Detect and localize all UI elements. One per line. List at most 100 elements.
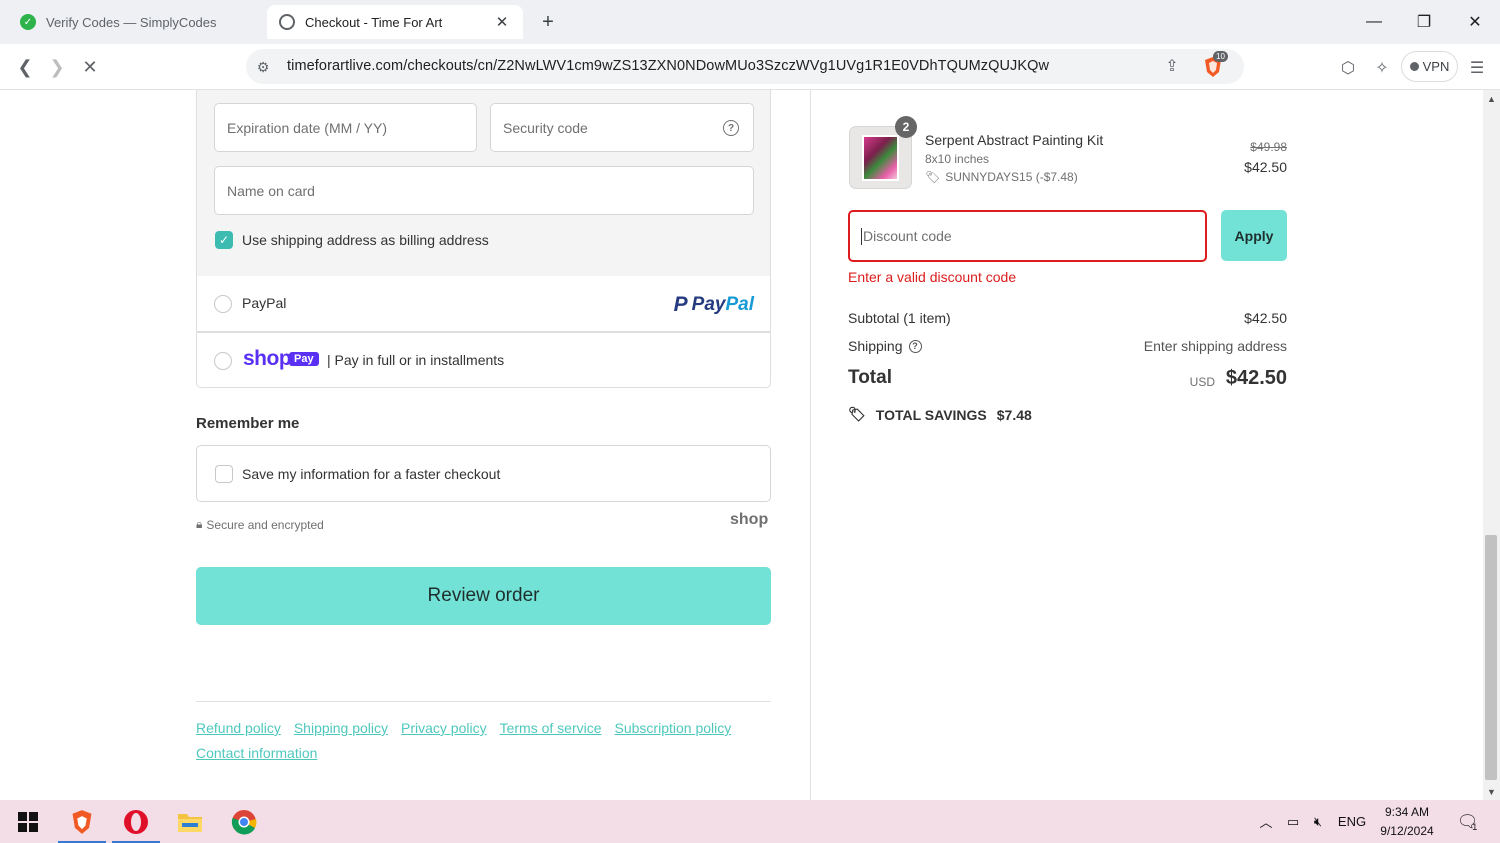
simplycodes-favicon-icon: ✓ (20, 14, 36, 30)
contact-information-link[interactable]: Contact information (196, 741, 317, 766)
site-favicon-icon (279, 14, 295, 30)
tab-checkout[interactable]: Checkout - Time For Art ✕ (267, 5, 523, 39)
subscription-policy-link[interactable]: Subscription policy (615, 716, 732, 741)
shoppay-label: | Pay in full or in installments (327, 352, 505, 368)
security-code-placeholder: Security code (503, 119, 588, 136)
expiration-date-field[interactable]: Expiration date (MM / YY) (214, 103, 477, 152)
shipping-policy-link[interactable]: Shipping policy (294, 716, 388, 741)
vpn-button[interactable]: VPN (1401, 51, 1458, 82)
shipping-label: Shipping ? (848, 338, 922, 354)
savings-tag-icon: 🏷︎ (848, 406, 866, 422)
subtotal-text: Subtotal (1 item) (848, 310, 951, 326)
close-tab-icon[interactable]: ✕ (493, 13, 511, 31)
scrollbar-thumb[interactable] (1485, 535, 1497, 780)
shipping-help-icon[interactable]: ? (908, 339, 922, 353)
security-code-field[interactable]: Security code ? (490, 103, 754, 152)
quantity-badge: 2 (895, 116, 917, 138)
savings-label: TOTAL SAVINGS (875, 406, 987, 423)
shop-brand-logo: shop (730, 511, 769, 528)
show-hidden-icons-icon[interactable]: ︿ (1256, 800, 1276, 843)
secure-label: Secure and encrypted (206, 517, 324, 532)
extensions-icon[interactable]: ⬡ (1337, 57, 1359, 79)
privacy-policy-link[interactable]: Privacy policy (401, 716, 487, 741)
subtotal-label: Subtotal (1 item) (848, 310, 951, 326)
shipping-text: Shipping (848, 338, 903, 354)
discount-code-applied: SUNNYDAYS15 (-$7.48) (945, 170, 1078, 184)
total-label: Total (848, 367, 892, 388)
paypal-option[interactable]: PayPal P Pay Pal (196, 276, 771, 332)
footer-divider (196, 701, 771, 702)
forward-icon[interactable]: ❯ (44, 54, 70, 80)
start-button[interactable] (2, 800, 54, 843)
system-clock[interactable]: 9:34 AM 9/12/2024 (1372, 803, 1442, 841)
help-icon[interactable]: ? (723, 120, 739, 136)
tab-title: Checkout - Time For Art (305, 14, 443, 30)
order-summary: 2 Serpent Abstract Painting Kit 8x10 inc… (810, 90, 1483, 800)
shipping-value: Enter shipping address (1143, 338, 1287, 354)
taskbar-opera[interactable] (110, 800, 162, 843)
paypal-mark-icon: P (673, 293, 688, 316)
taskbar-brave[interactable] (56, 800, 108, 843)
remember-me-heading: Remember me (196, 415, 300, 432)
paypal-radio[interactable] (214, 295, 232, 313)
savings-value: $7.48 (996, 406, 1032, 423)
language-indicator[interactable]: ENG (1335, 800, 1369, 843)
close-window-icon[interactable]: ✕ (1462, 10, 1488, 34)
shoppay-badge: Pay (289, 352, 319, 366)
windows-logo-icon (18, 811, 38, 832)
paypal-logo: P Pay Pal (674, 293, 754, 317)
clock-time: 9:34 AM (1384, 805, 1430, 819)
notifications-icon[interactable]: 🗨︎ 1 (1452, 800, 1482, 843)
discounted-price: $42.50 (1244, 159, 1287, 175)
browser-toolbar: ❮ ❯ ✕ ⚙ timeforartlive.com/checkouts/cn/… (0, 44, 1500, 90)
product-image (862, 135, 899, 181)
url-text[interactable]: timeforartlive.com/checkouts/cn/Z2NwLWV1… (287, 58, 1049, 74)
shield-count-badge: 10 (1213, 51, 1228, 62)
page-scrollbar[interactable]: ▲ ▼ (1483, 90, 1500, 800)
share-icon[interactable]: ⇪ (1162, 56, 1182, 76)
shoppay-logo: shop (243, 347, 292, 370)
brave-browser-icon (72, 809, 92, 834)
expiration-placeholder: Expiration date (MM / YY) (227, 119, 388, 136)
site-settings-icon[interactable]: ⚙ (254, 58, 272, 76)
apply-discount-button[interactable]: Apply (1221, 210, 1287, 261)
address-bar[interactable]: ⚙ timeforartlive.com/checkouts/cn/Z2NwLW… (246, 49, 1244, 84)
minimize-window-icon[interactable]: — (1361, 10, 1387, 34)
menu-icon[interactable]: ☰ (1466, 57, 1488, 79)
checkout-page: Expiration date (MM / YY) Security code … (0, 90, 1483, 800)
scroll-up-arrow-icon[interactable]: ▲ (1487, 94, 1496, 104)
discount-code-placeholder: Discount code (863, 228, 952, 244)
save-info-label: Save my information for a faster checkou… (242, 466, 501, 482)
leo-ai-icon[interactable]: ✧ (1371, 57, 1393, 79)
billing-same-checkbox[interactable]: ✓ (215, 231, 233, 249)
back-icon[interactable]: ❮ (12, 54, 38, 80)
name-on-card-field[interactable]: Name on card (214, 166, 754, 215)
review-order-button[interactable]: Review order (196, 567, 771, 625)
taskbar-file-explorer[interactable] (164, 800, 216, 843)
total-savings: 🏷︎ TOTAL SAVINGS $7.48 (848, 406, 1032, 423)
volume-muted-icon[interactable]: 🔇︎ (1307, 800, 1329, 843)
shoppay-option[interactable]: shop Pay | Pay in full or in installment… (196, 332, 771, 388)
stop-loading-icon[interactable]: ✕ (77, 54, 103, 80)
secure-note: 🔒︎ Secure and encrypted (196, 517, 324, 532)
remember-me-box: Save my information for a faster checkou… (196, 445, 771, 502)
discount-code-input[interactable]: Discount code (848, 210, 1207, 262)
paypal-logo-part-b: Pal (725, 294, 754, 315)
new-tab-button[interactable]: + (537, 11, 559, 33)
original-price: $49.98 (1250, 140, 1287, 154)
total-currency: USD (1189, 375, 1215, 389)
tab-simplycodes[interactable]: ✓ Verify Codes — SimplyCodes (8, 5, 258, 39)
shoppay-radio[interactable] (214, 352, 232, 370)
discount-error-message: Enter a valid discount code (848, 269, 1017, 285)
lock-icon: 🔒︎ (196, 517, 203, 531)
refund-policy-link[interactable]: Refund policy (196, 716, 281, 741)
restore-window-icon[interactable]: ❐ (1411, 10, 1437, 34)
save-info-checkbox[interactable] (215, 465, 233, 483)
battery-icon[interactable]: ▭ (1282, 800, 1304, 843)
taskbar-chrome[interactable] (218, 800, 270, 843)
folder-icon (178, 813, 202, 832)
terms-of-service-link[interactable]: Terms of service (500, 716, 602, 741)
subtotal-value: $42.50 (1244, 310, 1287, 326)
paypal-label: PayPal (242, 295, 287, 311)
scroll-down-arrow-icon[interactable]: ▼ (1487, 787, 1496, 797)
